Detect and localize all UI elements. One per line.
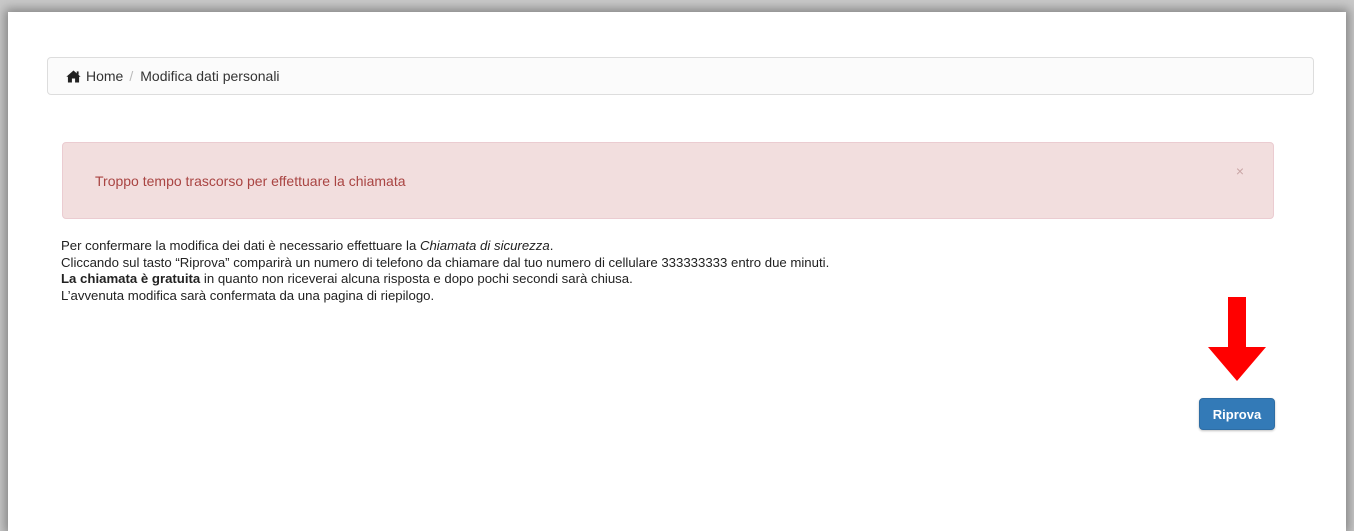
breadcrumb: Home / Modifica dati personali — [47, 57, 1314, 95]
alert-close-button[interactable]: × — [1236, 164, 1244, 178]
page-frame: Home / Modifica dati personali Troppo te… — [8, 12, 1346, 531]
free-call-note: La chiamata è gratuita — [61, 271, 201, 286]
home-icon — [66, 69, 81, 83]
breadcrumb-current: Modifica dati personali — [140, 68, 280, 84]
instruction-line-1-text: Per confermare la modifica dei dati è ne… — [61, 238, 420, 253]
instruction-line-3: La chiamata è gratuita in quanto non ric… — [61, 271, 829, 288]
alert-message: Troppo tempo trascorso per effettuare la… — [95, 172, 406, 189]
instruction-line-4: L’avvenuta modifica sarà confermata da u… — [61, 287, 435, 303]
security-call-term: Chiamata di sicurezza — [419, 238, 550, 253]
arrow-down-icon — [1208, 297, 1266, 381]
instruction-line-2: Cliccando sul tasto “Riprova” comparirà … — [61, 254, 830, 270]
instruction-line-1-end: . — [549, 238, 554, 253]
security-call-instructions: Per confermare la modifica dei dati è ne… — [61, 238, 829, 304]
instruction-line-1: Per confermare la modifica dei dati è ne… — [61, 238, 829, 255]
error-alert: Troppo tempo trascorso per effettuare la… — [62, 142, 1274, 219]
instruction-line-3-text: in quanto non riceverai alcuna risposta … — [200, 271, 633, 286]
breadcrumb-separator: / — [129, 68, 134, 84]
retry-button[interactable]: Riprova — [1199, 398, 1275, 430]
breadcrumb-home-link[interactable]: Home — [66, 68, 123, 84]
breadcrumb-home-label[interactable]: Home — [86, 68, 123, 84]
